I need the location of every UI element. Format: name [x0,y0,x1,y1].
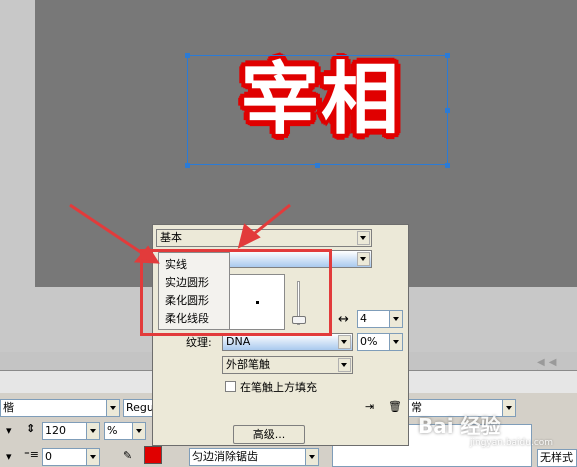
watermark-logo: Bai 经验 [418,414,501,438]
annotation-arrows [69,203,291,264]
watermark-url: jingyan.baidu.com [470,438,554,448]
annotation-arrow-left [69,203,149,259]
annotation-arrow-right [249,203,291,239]
